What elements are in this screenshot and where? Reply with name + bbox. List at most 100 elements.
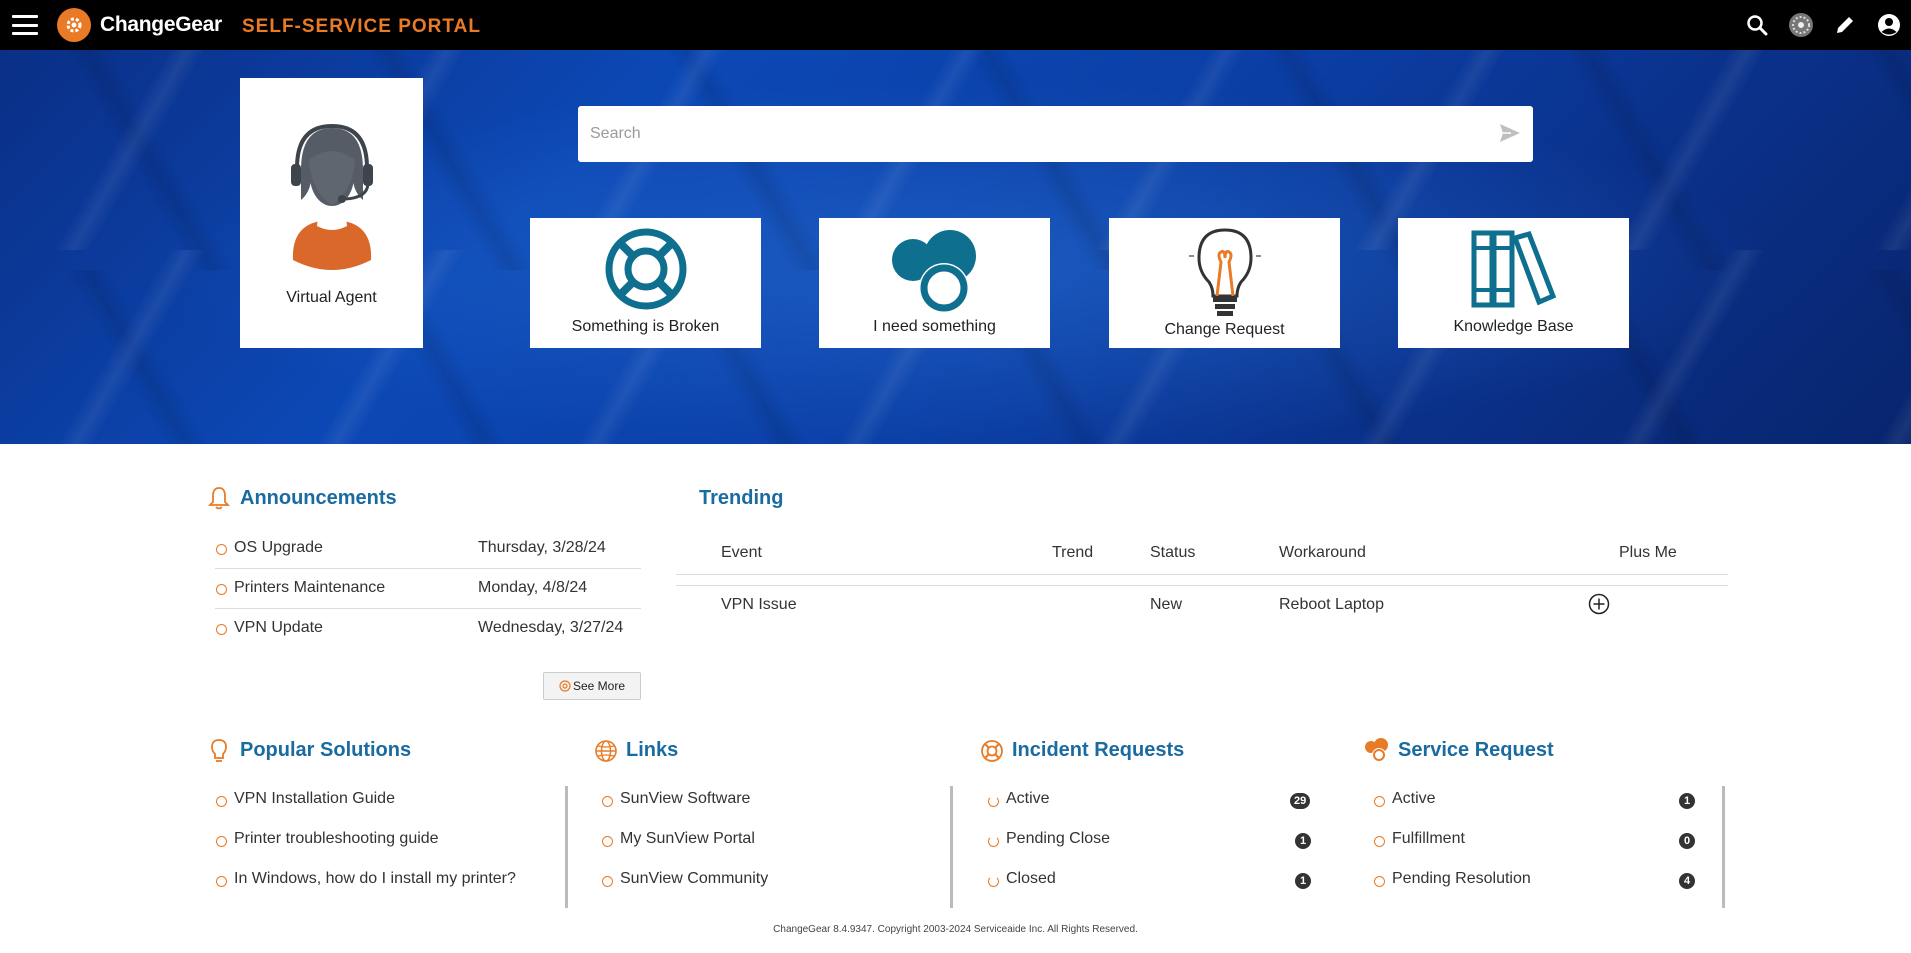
brand-name[interactable]: ChangeGear [100,13,222,37]
circle-bullet-icon [1374,836,1385,847]
search-icon[interactable] [1744,12,1770,38]
incident-label: Pending Close [1006,830,1111,847]
circle-bullet-icon [216,876,227,887]
circle-bullet-icon [216,836,227,847]
announcement-item[interactable]: VPN Update Wednesday, 3/27/24 [215,609,641,649]
solution-text: VPN Installation Guide [234,790,395,807]
circle-bullet-icon [216,544,227,555]
circle-bullet-icon [216,584,227,595]
circle-bullet-icon [602,876,613,887]
list-item[interactable]: In Windows, how do I install my printer? [215,870,555,910]
top-bar: ChangeGear SELF-SERVICE PORTAL [0,0,1911,50]
lifebuoy-icon [981,740,1003,762]
circle-bullet-icon [216,624,227,635]
list-item[interactable]: VPN Installation Guide [215,790,555,830]
service-request-title: Service Request [1398,739,1554,761]
column-header-trend[interactable]: Trend [1052,544,1093,562]
tile-label: Knowledge Base [1453,318,1574,335]
count-badge: 29 [1290,793,1311,809]
gear-icon[interactable] [57,8,91,42]
menu-icon[interactable] [12,15,38,35]
see-more-label: See More [572,679,626,693]
announcement-date: Thursday, 3/28/24 [478,539,606,556]
portal-title: SELF-SERVICE PORTAL [242,16,481,37]
link-item[interactable]: SunView Community [601,870,941,910]
edit-icon[interactable] [1832,12,1858,38]
bell-icon [208,487,230,510]
tile-label: Something is Broken [571,318,720,335]
circle-bullet-icon [1374,796,1385,807]
scrollbar[interactable] [565,786,568,908]
tile-something-is-broken[interactable]: Something is Broken [530,218,761,348]
bubbles-icon [892,230,976,313]
list-item[interactable]: Printer troubleshooting guide [215,830,555,870]
column-header-plus-me[interactable]: Plus Me [1619,544,1677,562]
service-item-fulfillment[interactable]: Fulfillment 0 [1373,830,1703,870]
service-item-active[interactable]: Active 1 [1373,790,1703,830]
incident-item-closed[interactable]: Closed 1 [987,870,1317,910]
column-header-status[interactable]: Status [1150,544,1195,562]
user-icon[interactable] [1876,12,1902,38]
links-title: Links [626,739,679,761]
cell-event: VPN Issue [721,596,797,613]
link-item[interactable]: SunView Software [601,790,941,830]
lightbulb-icon [211,739,227,762]
tile-label: I need something [873,318,996,335]
scrollbar[interactable] [1722,786,1725,908]
virtual-agent-label: Virtual Agent [286,289,377,306]
lightbulb-icon [1189,228,1261,316]
books-icon [1471,230,1557,308]
service-label: Pending Resolution [1392,870,1531,887]
solution-text: Printer troubleshooting guide [234,830,439,847]
cell-workaround: Reboot Laptop [1279,596,1384,613]
link-item[interactable]: My SunView Portal [601,830,941,870]
incident-item-active[interactable]: Active 29 [987,790,1317,830]
count-badge: 1 [1295,833,1311,849]
popular-solutions-title: Popular Solutions [240,739,412,761]
trending-title: Trending [699,487,784,509]
see-more-button[interactable]: See More [543,672,641,700]
loading-icon [988,796,999,807]
announcement-text: OS Upgrade [234,539,323,556]
announcement-text: Printers Maintenance [234,579,386,596]
loading-icon [988,876,999,887]
column-header-event[interactable]: Event [721,544,762,562]
circle-bullet-icon [602,836,613,847]
circle-bullet-icon [1374,876,1385,887]
cell-status: New [1150,596,1183,613]
count-badge: 4 [1679,873,1695,889]
search-box [578,106,1533,162]
table-divider [676,585,1728,586]
target-icon [559,680,571,692]
announcement-item[interactable]: Printers Maintenance Monday, 4/8/24 [215,569,641,609]
send-icon[interactable] [1499,123,1521,143]
loading-icon [988,836,999,847]
search-input[interactable] [590,125,1470,143]
solution-text: In Windows, how do I install my printer? [234,870,516,887]
service-item-pending-resolution[interactable]: Pending Resolution 4 [1373,870,1703,910]
tile-label: Change Request [1164,321,1285,338]
avatar-icon[interactable] [1788,12,1814,38]
announcement-item[interactable]: OS Upgrade Thursday, 3/28/24 [215,529,641,569]
incident-requests-title: Incident Requests [1012,739,1185,761]
announcements-title: Announcements [240,487,397,509]
scrollbar[interactable] [950,786,953,908]
announcement-text: VPN Update [234,619,323,636]
service-label: Active [1392,790,1436,807]
link-text: My SunView Portal [620,830,755,847]
column-header-workaround[interactable]: Workaround [1279,544,1366,562]
lifebuoy-icon [605,228,687,310]
incident-label: Active [1006,790,1050,807]
tile-i-need-something[interactable]: I need something [819,218,1050,348]
footer-copyright: ChangeGear 8.4.9347. Copyright 2003-2024… [773,924,1138,935]
count-badge: 1 [1679,793,1695,809]
tile-change-request[interactable]: Change Request [1109,218,1340,348]
incident-item-pending-close[interactable]: Pending Close 1 [987,830,1317,870]
bubbles-icon [1365,738,1388,762]
plus-circle-icon[interactable] [1588,593,1610,615]
announcement-date: Monday, 4/8/24 [478,579,588,596]
link-text: SunView Community [620,870,769,887]
tile-knowledge-base[interactable]: Knowledge Base [1398,218,1629,348]
table-divider [676,574,1728,575]
virtual-agent-card[interactable]: Virtual Agent [240,78,423,348]
